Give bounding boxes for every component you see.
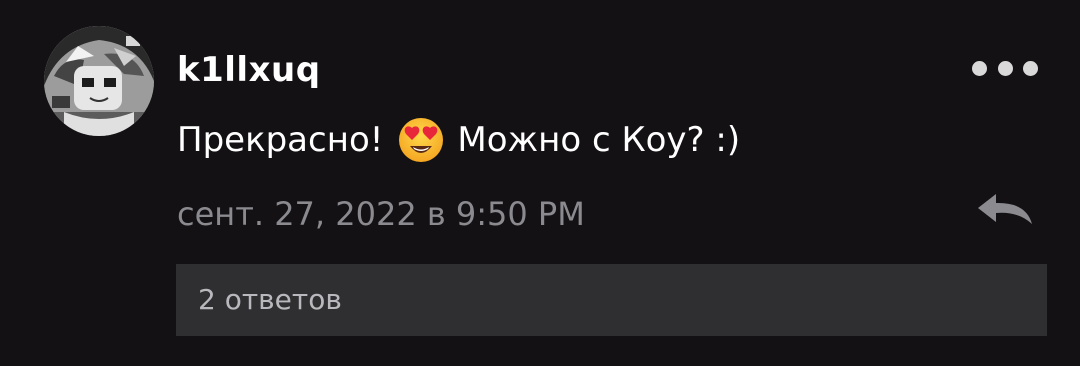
- more-dots-icon: [997, 60, 1013, 76]
- comment-item: k1llxuq Прекрасно! Можно с Коу?:) сент.…: [0, 0, 1080, 366]
- more-dots-icon: [972, 60, 987, 76]
- username[interactable]: k1llxuq: [177, 44, 321, 96]
- heart-eyes-emoji-icon: [397, 116, 445, 164]
- reply-arrow-icon: [978, 194, 1032, 224]
- message-text-end: Можно с Коу? :): [457, 120, 741, 160]
- more-options-button[interactable]: [972, 50, 1038, 86]
- avatar[interactable]: [44, 26, 154, 136]
- message-text-start: Прекрасно!: [177, 120, 384, 160]
- more-dots-icon: [1023, 60, 1038, 76]
- replies-count-label: 2 ответов: [198, 283, 342, 316]
- reply-button[interactable]: [974, 190, 1036, 230]
- view-replies-button[interactable]: 2 ответов: [176, 264, 1047, 336]
- avatar-image: [44, 26, 154, 136]
- comment-timestamp: сент. 27, 2022 в 9:50 PM: [177, 195, 585, 233]
- comment-message: Прекрасно! Можно с Коу? :): [177, 114, 740, 166]
